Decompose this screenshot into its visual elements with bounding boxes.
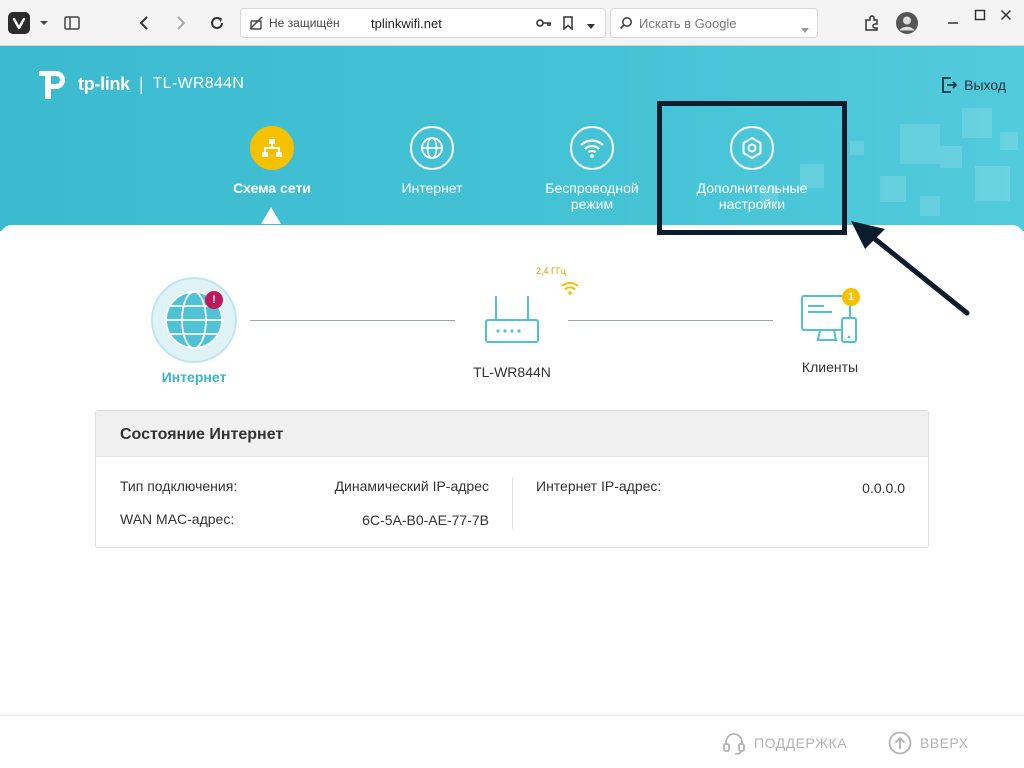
address-bar[interactable]: Не защищён tplinkwifi.net — [240, 8, 606, 38]
reload-icon[interactable] — [203, 9, 231, 37]
internet-globe-icon — [151, 277, 237, 363]
internet-alert-badge: ! — [205, 291, 223, 309]
nav-network-map[interactable]: Схема сети — [197, 126, 347, 196]
wifi-icon — [570, 126, 614, 170]
back-icon[interactable] — [130, 9, 158, 37]
logout-button[interactable]: Выход — [940, 76, 1006, 94]
internet-label: Интернет — [161, 369, 227, 385]
extensions-icon[interactable] — [858, 9, 886, 37]
network-map-icon — [250, 126, 294, 170]
search-engine-dropdown-icon[interactable] — [800, 21, 810, 39]
panel-toggle-icon[interactable] — [58, 9, 86, 37]
nav-label-line2: режим — [570, 196, 614, 212]
annotation-highlight-box — [657, 101, 847, 235]
nav-internet[interactable]: Интернет — [357, 126, 507, 196]
wan-mac-value: 6C-5A-B0-AE-77-7B — [362, 512, 489, 528]
search-icon — [619, 16, 633, 35]
nav-label-line1: Беспроводной — [545, 180, 639, 196]
key-icon[interactable] — [536, 16, 552, 33]
back-to-top-button[interactable]: ВВЕРХ — [888, 731, 969, 755]
profile-avatar-icon[interactable] — [893, 9, 921, 37]
arrow-up-circle-icon — [888, 731, 912, 755]
address-url[interactable]: tplinkwifi.net — [371, 16, 442, 31]
top-label: ВВЕРХ — [920, 735, 969, 751]
logout-icon — [942, 77, 958, 93]
wan-mac-label: WAN MAC-адрес: — [120, 511, 235, 527]
router-model: TL-WR844N — [152, 75, 245, 92]
browser-toolbar: Не защищён tplinkwifi.net Искать в Googl… — [0, 0, 1024, 46]
bookmark-icon[interactable] — [562, 16, 574, 33]
window-minimize-icon[interactable] — [939, 9, 967, 37]
router-header: tp-link | TL-WR844N Выход Схема сети Инт… — [0, 46, 1024, 231]
search-field[interactable]: Искать в Google — [610, 8, 818, 38]
panel-title: Состояние Интернет — [96, 411, 928, 457]
browser-logo-icon[interactable] — [8, 12, 30, 34]
tp-link-logo-icon — [39, 71, 65, 99]
brand-name: tp-link — [78, 73, 130, 94]
support-label: ПОДДЕРЖКА — [754, 735, 848, 751]
window-close-icon[interactable] — [992, 1, 1020, 29]
logout-label: Выход — [964, 77, 1006, 93]
browser-menu-chevron-icon[interactable] — [30, 9, 58, 37]
connection-type-label: Тип подключения: — [120, 478, 238, 494]
tp-link-logo: tp-link | TL-WR844N — [36, 67, 244, 101]
topology-internet[interactable]: ! Интернет — [150, 276, 238, 385]
logo-separator: | — [138, 73, 144, 94]
annotation-arrow-icon — [851, 221, 970, 316]
ip-address-value: 0.0.0.0 — [862, 480, 905, 496]
globe-icon — [410, 126, 454, 170]
security-warning[interactable]: Не защищён — [269, 16, 340, 30]
forward-icon[interactable] — [167, 9, 195, 37]
band-label: 2,4 ГГц — [536, 266, 566, 276]
page-footer: ПОДДЕРЖКА ВВЕРХ — [0, 715, 1024, 768]
no-https-icon — [249, 16, 263, 33]
connection-type-value: Динамический IP-адрес — [334, 478, 489, 494]
headset-icon — [723, 733, 745, 755]
clients-label: Клиенты — [801, 359, 859, 375]
address-dropdown-icon[interactable] — [586, 19, 596, 34]
ip-address-label: Интернет IP-адрес: — [536, 478, 662, 494]
topology-link-line — [250, 320, 455, 321]
search-placeholder: Искать в Google — [639, 16, 737, 31]
nav-wireless[interactable]: Беспроводной режим — [517, 126, 667, 212]
active-tab-pointer — [261, 207, 281, 224]
support-button[interactable]: ПОДДЕРЖКА — [722, 731, 847, 755]
topology-link-line — [568, 320, 773, 321]
nav-label: Интернет — [401, 180, 463, 196]
panel-divider — [512, 477, 513, 529]
wifi-band-icon — [561, 282, 579, 295]
internet-status-panel: Состояние Интернет Тип подключения: Дина… — [95, 410, 929, 548]
router-icon — [485, 296, 539, 343]
nav-label: Схема сети — [233, 180, 311, 196]
router-label: TL-WR844N — [473, 364, 551, 380]
window-maximize-icon[interactable] — [966, 1, 994, 29]
